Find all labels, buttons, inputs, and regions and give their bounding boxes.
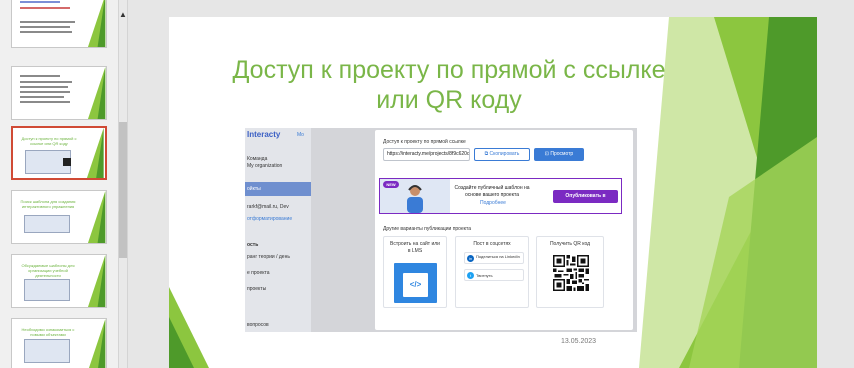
nav-label: Mo [297,132,304,138]
qr-code-icon [553,255,589,291]
project-url-field[interactable]: https://interacty.me/projects/8f9c620dbe… [383,148,470,161]
direct-link-label: Доступ к проекту по прямой ссылке [383,139,466,145]
sidebar-item: ранг теории / день [247,254,290,260]
slide-thumbnail-6[interactable]: Необходимо ознакомиться с новыми объекта… [11,318,107,368]
sidebar-item: ость [247,242,259,248]
copy-button-label: Скопировать [489,151,520,157]
sidebar-item: rarkf@mail.ru, Dev [247,204,289,210]
thumbnail-title: Поиск шаблона для создания интерактивног… [20,199,76,209]
community-banner: NEW Создайте публичный шаблон на основе … [379,178,622,214]
linkedin-icon: in [467,255,474,262]
slide-title: Доступ к проекту по прямой с ссылке или … [232,56,666,114]
thumbnail-title: Необходимо ознакомиться с новыми объекта… [21,327,75,337]
slide-thumbnail-3[interactable]: Доступ к проекту по прямой с ссылке или … [11,126,107,180]
embed-card[interactable]: Встроить на сайт или в LMS </> [383,236,447,308]
preview-button-label: Просмотр [550,151,574,157]
thumbnail-title: Доступ к проекту по прямой с ссылке или … [21,136,77,146]
linkedin-label: Поделиться на LinkedIn [476,254,520,259]
embedded-screenshot: Interacty Mo Команда My organization ойк… [245,128,637,332]
qr-card-title: Получить QR код [549,241,591,247]
social-card: Пост в соцсетях in Поделиться на LinkedI… [455,236,529,308]
social-card-title: Пост в соцсетях [473,241,511,247]
scrollbar-thumb[interactable] [119,122,127,258]
slide-canvas[interactable]: Доступ к проекту по прямой с ссылке или … [169,17,817,368]
org-name: My organization [247,163,283,169]
publish-community-button[interactable]: Опубликовать в Сообществе [553,190,618,212]
person-illustration-icon [407,185,423,213]
embed-illustration: </> [394,263,437,303]
sidebar-item: отформатирование [247,216,293,222]
sidebar-item: ойкты [247,186,261,192]
code-icon: </> [403,273,428,297]
sidebar-item: е проекта [247,270,270,276]
team-label: Команда [247,156,268,162]
green-decoration-icon [87,0,106,47]
twitter-label: Твитнуть [476,273,493,278]
qr-card[interactable]: Получить QR код [536,236,604,308]
more-link[interactable]: Подробнее [480,200,506,206]
banner-text: Создайте публичный шаблон на основе ваше… [454,185,530,198]
other-options-label: Другие варианты публикации проекта [383,226,472,232]
preview-button[interactable]: ⊡ Просмотр [534,148,584,161]
embed-card-title: Встроить на сайт или в LMS [390,241,440,254]
new-badge: NEW [383,181,399,188]
slide-thumbnail-4[interactable]: Поиск шаблона для создания интерактивног… [11,190,107,244]
app-logo: Interacty [247,130,281,139]
slide-thumbnail-1[interactable] [11,0,107,48]
thumbnail-scrollbar[interactable]: ▲ [118,0,128,368]
slide-thumbnail-pane: Доступ к проекту по прямой с ссылке или … [0,0,118,368]
sidebar-item: вопросов [247,322,269,328]
twitter-icon: t [467,272,474,279]
publish-dialog: Доступ к проекту по прямой ссылке https:… [375,130,633,330]
sidebar-item: проекты [247,286,267,292]
scroll-up-arrow-icon[interactable]: ▲ [119,10,127,20]
app-sidebar: Interacty Mo Команда My organization ойк… [245,128,311,332]
slide-thumbnail-2[interactable] [11,66,107,120]
twitter-share-button[interactable]: t Твитнуть [464,269,524,281]
linkedin-share-button[interactable]: in Поделиться на LinkedIn [464,252,524,264]
slide-date: 13.05.2023 [561,338,597,345]
slide-thumbnail-5[interactable]: Обсуждаемые шаблоны для организации учеб… [11,254,107,308]
copy-button[interactable]: ⧉ Скопировать [474,148,530,161]
thumbnail-title: Обсуждаемые шаблоны для организации учеб… [21,263,75,278]
green-decoration-icon [87,67,106,119]
